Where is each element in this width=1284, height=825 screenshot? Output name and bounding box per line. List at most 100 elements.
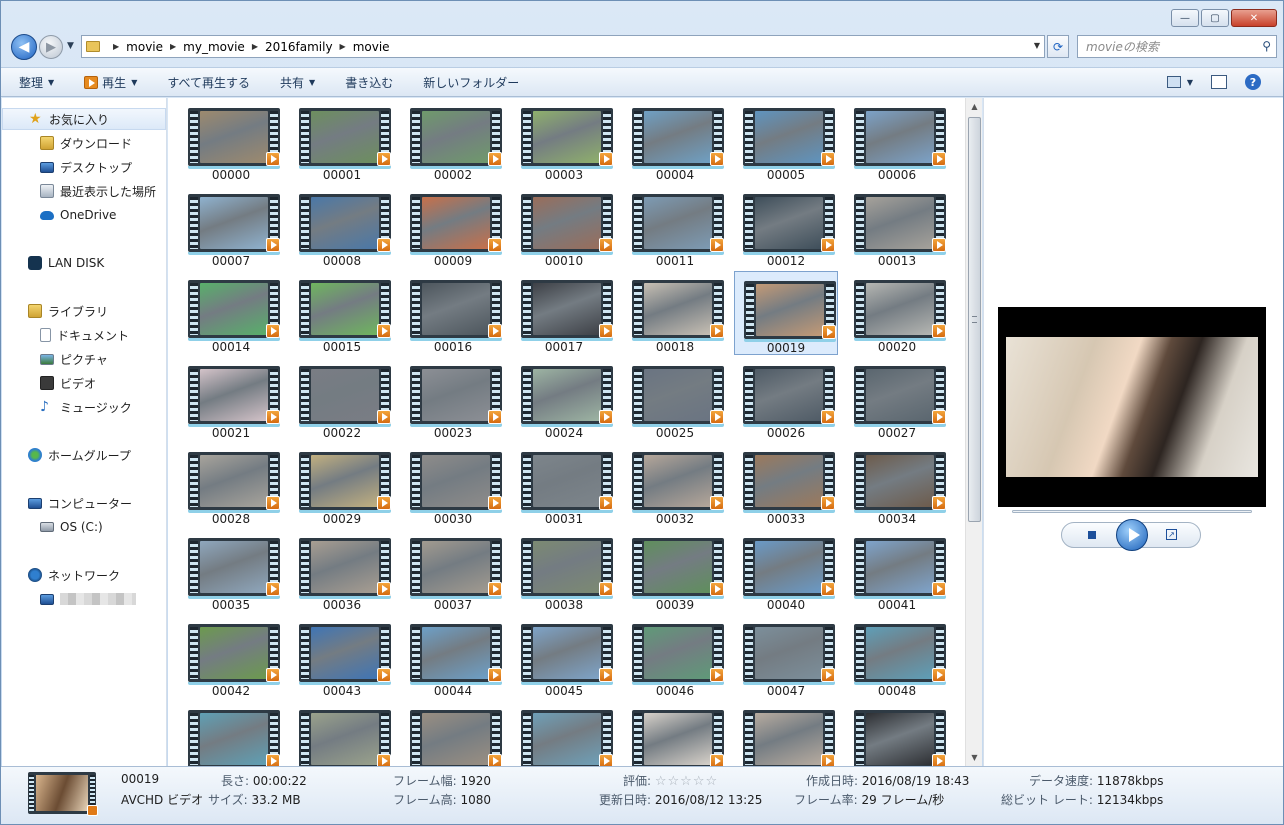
file-tile[interactable]: 00041 <box>845 529 949 613</box>
seek-bar[interactable] <box>1012 510 1252 513</box>
close-button[interactable]: ✕ <box>1231 9 1277 27</box>
recent-pages-dropdown[interactable]: ▼ <box>67 41 74 51</box>
file-tile[interactable]: 00029 <box>290 443 394 527</box>
file-tile[interactable]: 00020 <box>845 271 949 355</box>
file-tile[interactable]: 00012 <box>734 185 838 269</box>
forward-button[interactable]: ▶ <box>39 35 63 59</box>
file-list-view[interactable]: 00000 00001 00002 00003 00004 00005 00006 00007… <box>168 98 965 766</box>
chevron-right-icon[interactable]: ▶ <box>170 42 176 51</box>
organize-button[interactable]: 整理 ▼ <box>19 74 54 91</box>
chevron-right-icon[interactable]: ▶ <box>252 42 258 51</box>
file-tile[interactable]: 00042 <box>179 615 283 699</box>
address-history-dropdown[interactable]: ▼ <box>1034 41 1040 50</box>
nav-recent-places[interactable]: 最近表示した場所 <box>2 180 166 202</box>
refresh-button[interactable]: ⟳ <box>1047 35 1069 58</box>
rating-stars[interactable]: ☆☆☆☆☆ <box>655 774 718 789</box>
file-tile[interactable] <box>401 701 505 766</box>
search-input[interactable]: movieの検索 ⚲ <box>1077 35 1277 58</box>
file-tile[interactable]: 00030 <box>401 443 505 527</box>
minimize-button[interactable]: — <box>1171 9 1199 27</box>
nav-documents[interactable]: ドキュメント <box>2 324 166 346</box>
nav-onedrive[interactable]: OneDrive <box>2 204 166 226</box>
file-tile[interactable]: 00027 <box>845 357 949 441</box>
vertical-scrollbar[interactable]: ▲ ▼ <box>965 98 982 766</box>
breadcrumb-my-movie[interactable]: my_movie <box>183 40 245 54</box>
scrollbar-thumb[interactable] <box>968 117 981 522</box>
nav-favorites[interactable]: ★ お気に入り <box>2 108 166 130</box>
help-icon[interactable]: ? <box>1245 74 1261 90</box>
file-tile[interactable]: 00024 <box>512 357 616 441</box>
maximize-button[interactable]: ▢ <box>1201 9 1229 27</box>
file-tile[interactable]: 00038 <box>512 529 616 613</box>
breadcrumb-current[interactable]: movie <box>353 40 390 54</box>
breadcrumb-2016family[interactable]: 2016family <box>265 40 333 54</box>
file-tile[interactable]: 00021 <box>179 357 283 441</box>
file-tile[interactable]: 00002 <box>401 99 505 183</box>
nav-libraries[interactable]: ライブラリ <box>2 300 166 322</box>
play-all-button[interactable]: すべて再生する <box>167 74 250 91</box>
file-tile[interactable]: 00034 <box>845 443 949 527</box>
file-tile[interactable] <box>179 701 283 766</box>
file-tile[interactable]: 00017 <box>512 271 616 355</box>
file-tile[interactable]: 00044 <box>401 615 505 699</box>
file-tile[interactable]: 00014 <box>179 271 283 355</box>
file-tile[interactable]: 00005 <box>734 99 838 183</box>
file-tile[interactable]: 00028 <box>179 443 283 527</box>
open-in-player-button[interactable]: ↗ <box>1166 529 1177 540</box>
file-tile[interactable]: 00039 <box>623 529 727 613</box>
file-tile[interactable]: 00022 <box>290 357 394 441</box>
file-tile[interactable] <box>290 701 394 766</box>
file-tile[interactable]: 00046 <box>623 615 727 699</box>
file-tile[interactable] <box>845 701 949 766</box>
address-bar[interactable]: ▶ movie ▶ my_movie ▶ 2016family ▶ movie … <box>81 35 1045 58</box>
file-tile[interactable]: 00004 <box>623 99 727 183</box>
file-tile[interactable]: 00043 <box>290 615 394 699</box>
file-tile[interactable]: 00019 <box>734 271 838 355</box>
file-tile[interactable] <box>623 701 727 766</box>
scroll-down-arrow[interactable]: ▼ <box>966 749 983 766</box>
nav-pictures[interactable]: ピクチャ <box>2 348 166 370</box>
file-tile[interactable]: 00035 <box>179 529 283 613</box>
file-tile[interactable]: 00003 <box>512 99 616 183</box>
file-tile[interactable]: 00015 <box>290 271 394 355</box>
nav-homegroup[interactable]: ホームグループ <box>2 444 166 466</box>
file-tile[interactable]: 00036 <box>290 529 394 613</box>
nav-music[interactable]: ♪ ミュージック <box>2 396 166 418</box>
breadcrumb-movie[interactable]: movie <box>126 40 163 54</box>
nav-videos[interactable]: ビデオ <box>2 372 166 394</box>
file-tile[interactable]: 00048 <box>845 615 949 699</box>
file-tile[interactable]: 00007 <box>179 185 283 269</box>
file-tile[interactable]: 00045 <box>512 615 616 699</box>
nav-downloads[interactable]: ダウンロード <box>2 132 166 154</box>
chevron-right-icon[interactable]: ▶ <box>113 42 119 51</box>
nav-os-drive[interactable]: OS (C:) <box>2 516 166 538</box>
back-button[interactable]: ◀ <box>11 34 37 60</box>
file-tile[interactable] <box>512 701 616 766</box>
stop-button[interactable] <box>1088 531 1096 539</box>
file-tile[interactable]: 00010 <box>512 185 616 269</box>
chevron-right-icon[interactable]: ▶ <box>340 42 346 51</box>
search-icon[interactable]: ⚲ <box>1262 39 1271 53</box>
file-tile[interactable]: 00006 <box>845 99 949 183</box>
file-tile[interactable]: 00008 <box>290 185 394 269</box>
file-tile[interactable]: 00018 <box>623 271 727 355</box>
video-preview[interactable] <box>998 307 1266 507</box>
new-folder-button[interactable]: 新しいフォルダー <box>423 74 519 91</box>
play-button-large[interactable] <box>1116 519 1148 551</box>
play-button[interactable]: 再生 ▼ <box>84 74 137 91</box>
file-tile[interactable] <box>734 701 838 766</box>
scroll-up-arrow[interactable]: ▲ <box>966 98 983 115</box>
nav-lan-disk[interactable]: LAN DISK <box>2 252 166 274</box>
file-tile[interactable]: 00026 <box>734 357 838 441</box>
file-tile[interactable]: 00031 <box>512 443 616 527</box>
file-tile[interactable]: 00009 <box>401 185 505 269</box>
nav-network[interactable]: ネットワーク <box>2 564 166 586</box>
file-tile[interactable]: 00023 <box>401 357 505 441</box>
file-tile[interactable]: 00033 <box>734 443 838 527</box>
file-tile[interactable]: 00025 <box>623 357 727 441</box>
file-tile[interactable]: 00037 <box>401 529 505 613</box>
nav-network-computer[interactable] <box>2 588 166 610</box>
burn-button[interactable]: 書き込む <box>345 74 393 91</box>
change-view-button[interactable]: ▼ <box>1166 76 1193 88</box>
share-button[interactable]: 共有 ▼ <box>280 74 315 91</box>
